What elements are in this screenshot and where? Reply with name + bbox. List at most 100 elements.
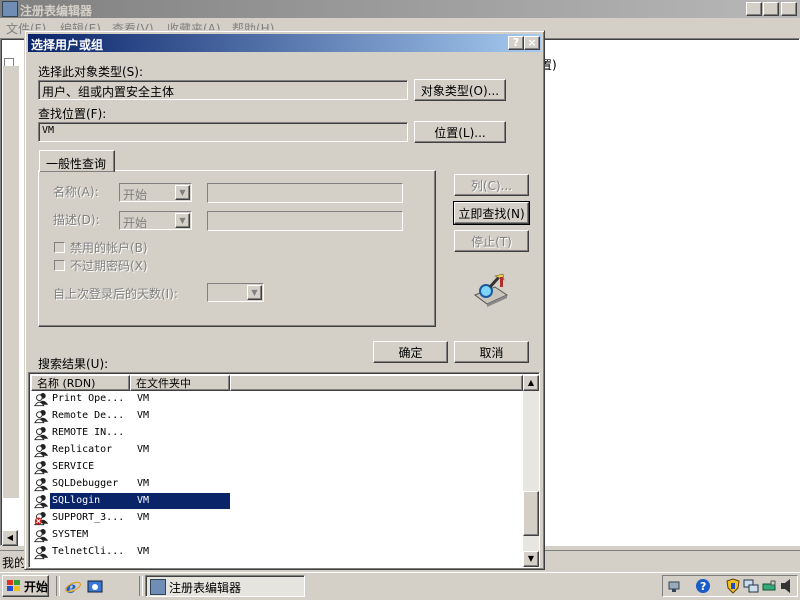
list-item[interactable]: SQLlogin VM [31,493,523,510]
stop-button[interactable]: 停止(T) [454,230,529,252]
start-button[interactable]: 开始 [2,575,49,597]
name-operator-combo[interactable]: 开始 ▼ [119,183,192,202]
scroll-up-button[interactable]: ▲ [523,375,539,391]
column-header-filler [230,375,523,391]
help-tray-icon[interactable]: ? [695,578,711,594]
search-results-list[interactable]: 名称 (RDN) 在文件夹中 Print Ope... VM Remote De..… [28,372,540,568]
row-name: Remote De... [52,410,125,421]
scroll-thumb[interactable] [523,491,539,536]
bg-window-titlebar: 注册表编辑器 _ ▫ × [0,0,800,18]
tab-label: 一般性查询 [46,157,107,171]
svg-text:?: ? [700,580,706,593]
maximize-button[interactable]: ▫ [763,2,779,16]
desktop-quicklaunch-icon[interactable] [86,578,104,596]
bg-window-title: 注册表编辑器 [20,4,93,18]
minimize-button[interactable]: _ [746,2,762,16]
dialog-title: 选择用户或组 [31,38,104,52]
ok-button[interactable]: 确定 [373,341,448,363]
row-folder: VM [137,478,150,489]
row-folder: VM [137,410,150,421]
results-vscrollbar[interactable]: ▲ ▼ [523,375,539,567]
location-label: 查找位置(F): [38,107,107,121]
name-value-input[interactable] [207,183,403,203]
disabled-accounts-checkbox[interactable] [54,242,65,253]
locations-button[interactable]: 位置(L)... [414,121,506,143]
close-button[interactable]: × [781,2,797,16]
list-header: 名称 (RDN) 在文件夹中 [31,375,523,391]
column-header-folder[interactable]: 在文件夹中 [130,375,230,391]
ie-quicklaunch-icon[interactable]: e [64,578,82,596]
description-operator-value: 开始 [123,216,148,230]
task-label: 注册表编辑器 [169,581,242,595]
find-now-button[interactable]: 立即查找(N) [453,201,530,225]
list-item[interactable]: TelnetCli... VM [31,544,523,561]
safely-remove-hardware-icon[interactable] [761,578,777,594]
network-connections-icon[interactable] [743,578,759,594]
non-expiring-passwords-checkbox[interactable] [54,260,65,271]
results-label: 搜索结果(U): [38,357,109,371]
system-tray: ? [662,575,798,597]
object-type-field: 用户、组或内置安全主体 [38,80,408,100]
list-item[interactable]: SERVICE [31,459,523,476]
list-item[interactable]: REMOTE IN... [31,425,523,442]
description-value-input[interactable] [207,211,403,231]
row-name: REMOTE IN... [52,427,125,438]
chevron-down-icon: ▼ [175,213,190,228]
row-folder: VM [137,546,150,557]
name-label: 名称(A): [53,185,99,199]
list-item[interactable]: SYSTEM [31,527,523,544]
scroll-down-button[interactable]: ▼ [523,551,539,567]
taskbar-separator [56,576,60,596]
registry-app-icon [2,1,18,17]
list-item[interactable]: SQLDebugger VM [31,476,523,493]
search-animation-icon [473,273,509,307]
columns-button[interactable]: 列(C)... [454,174,529,196]
list-item[interactable]: Replicator VM [31,442,523,459]
cancel-button[interactable]: 取消 [454,341,529,363]
volume-icon[interactable] [779,578,795,594]
row-name: Replicator [52,444,113,455]
dialog-titlebar[interactable]: 选择用户或组 ? × [28,34,541,52]
object-types-button[interactable]: 对象类型(O)... [414,79,506,101]
hscroll-left-button[interactable]: ◀ [2,530,18,546]
list-item[interactable]: Remote De... VM [31,408,523,425]
query-panel: 名称(A): 开始 ▼ 描述(D): 开始 ▼ 禁用的帐户(B) 不过期密码(X… [38,170,436,327]
days-since-logon-combo[interactable]: ▼ [207,283,264,302]
status-text: 我的 [2,556,27,570]
taskbar: 开始 e 注册表编辑器 ? [0,572,800,600]
network-icon[interactable] [667,578,683,594]
list-item[interactable]: Print Ope... VM [31,391,523,408]
dialog-close-button[interactable]: × [524,36,540,50]
row-folder: VM [137,444,150,455]
description-label: 描述(D): [53,213,100,227]
windows-logo-icon [7,580,20,591]
non-expiring-passwords-label: 不过期密码(X) [70,259,148,273]
row-folder: VM [137,393,150,404]
taskbar-separator [139,576,143,596]
row-folder: VM [137,512,150,523]
description-operator-combo[interactable]: 开始 ▼ [119,211,192,230]
security-shield-icon[interactable] [725,578,741,594]
results-body: Print Ope... VM Remote De... VM REMOTE IN...… [31,391,523,567]
row-name: Print Ope... [52,393,125,404]
registry-app-icon [150,579,166,595]
taskbar-task-regedit[interactable]: 注册表编辑器 [145,575,305,597]
column-header-name[interactable]: 名称 (RDN) [31,375,130,391]
chevron-down-icon: ▼ [247,285,262,300]
tab-common-queries[interactable]: 一般性查询 [39,150,115,172]
name-operator-value: 开始 [123,188,148,202]
tree-scroll-gutter [3,66,19,498]
location-field: VM [38,122,408,142]
start-label: 开始 [23,579,48,594]
help-button[interactable]: ? [508,36,524,50]
row-folder: VM [137,495,150,506]
list-item[interactable]: SUPPORT_3... VM [31,510,523,527]
disabled-accounts-label: 禁用的帐户(B) [70,241,148,255]
row-name: SYSTEM [52,529,89,540]
row-name: SQLDebugger [52,478,119,489]
row-name: TelnetCli... [52,546,125,557]
row-name: SUPPORT_3... [52,512,125,523]
row-name: SQLlogin [52,495,101,506]
days-since-logon-label: 自上次登录后的天数(I): [53,287,178,301]
row-name: SERVICE [52,461,95,472]
